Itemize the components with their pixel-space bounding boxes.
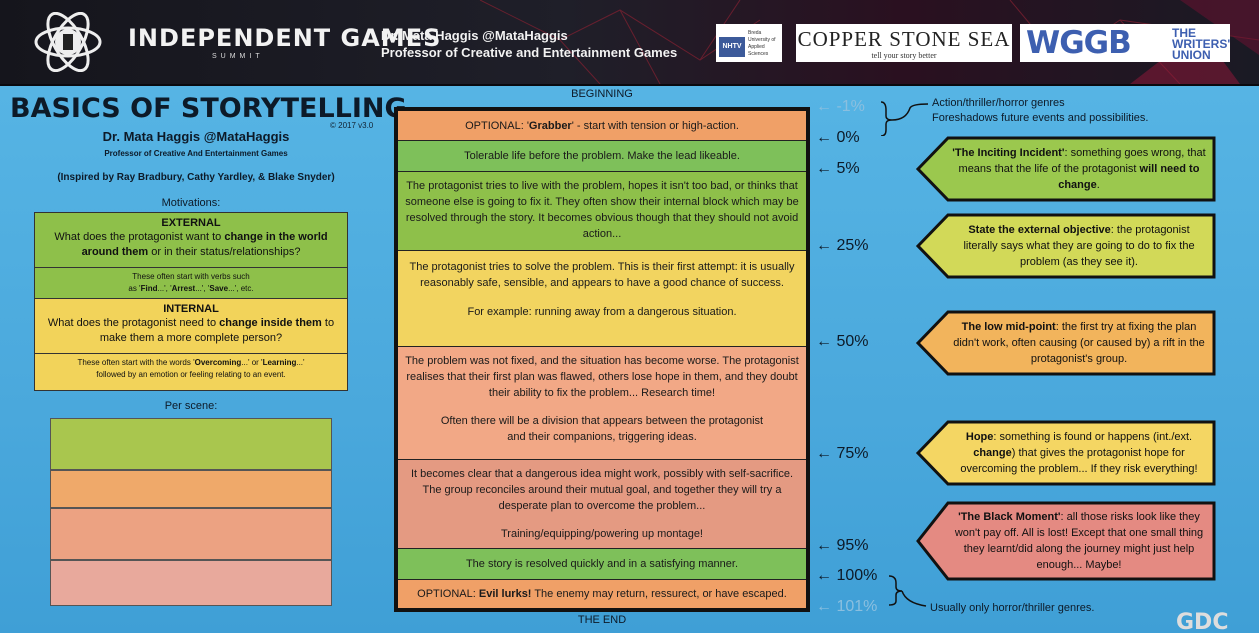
per-scene-block (50, 470, 332, 508)
callout-text: State the external objective: the protag… (963, 224, 1195, 268)
story-timeline: OPTIONAL: 'Grabber' - start with tension… (394, 107, 810, 612)
callout-text: The low mid-point: the first try at fixi… (953, 321, 1205, 365)
external-motivation-box: EXTERNAL What does the protagonist want … (34, 212, 348, 268)
external-note-box: These often start with verbs such as 'Fin… (34, 267, 348, 299)
row-evil-lurks: OPTIONAL: Evil lurks! The enemy may retu… (398, 580, 806, 608)
copper-title: COPPER STONE SEA (797, 27, 1011, 51)
callout-text: 'The Black Moment': all those risks look… (954, 511, 1204, 571)
external-heading: EXTERNAL (161, 217, 221, 229)
internal-question: What does the protagonist need to change… (47, 317, 335, 344)
marker-50: ← 50% (816, 333, 869, 350)
nhtv-badge: NHTV (719, 37, 745, 57)
callout-inciting-incident: 'The Inciting Incident': something goes … (916, 136, 1216, 202)
not-fixed-text: The problem was not fixed, and the situa… (405, 355, 799, 399)
row-tolerable-life: Tolerable life before the problem. Make … (398, 141, 806, 172)
marker-5: ← 5% (816, 160, 860, 177)
top-brace-icon (880, 101, 929, 136)
marker-100: ← 100% (816, 567, 878, 584)
internal-note-box: These often start with the words 'Overco… (34, 353, 348, 391)
nhtv-logo: NHTV Breda University of Applied Science… (716, 24, 782, 62)
event-banner: INDEPENDENT GAMES SUMMIT Dr. Mata Haggis… (0, 0, 1259, 84)
wggb-mark: WGGB (1026, 25, 1132, 61)
montage-text: Training/equipping/powering up montage! (500, 528, 703, 540)
callout-text: Hope: something is found or happens (int… (960, 431, 1198, 475)
internal-motivation-box: INTERNAL What does the protagonist need … (34, 298, 348, 354)
genres-top: Action/thriller/horror genres Foreshadows… (932, 97, 1149, 124)
marker-0: ← 0% (816, 129, 860, 146)
per-scene-block (50, 560, 332, 606)
motivations-label: Motivations: (161, 197, 221, 209)
storytelling-poster: BASICS OF STORYTELLING © 2017 v3.0 Dr. M… (0, 86, 1259, 633)
callout-hope: Hope: something is found or happens (int… (916, 420, 1216, 486)
beginning-label: BEGINNING (571, 88, 633, 100)
dangerous-idea-text: It becomes clear that a dangerous idea m… (410, 468, 794, 512)
division-text: Often there will be a division that appe… (440, 415, 764, 443)
external-note: These often start with verbs such as 'Fin… (128, 272, 254, 293)
poster-author-role: Professor of Creative And Entertainment … (104, 149, 288, 158)
row-first-attempt: The protagonist tries to solve the probl… (398, 251, 806, 347)
igs-logo-icon (34, 12, 102, 72)
external-question: What does the protagonist want to change… (54, 231, 328, 258)
row-grabber: OPTIONAL: 'Grabber' - start with tension… (398, 111, 806, 141)
wggb-logo: WGGB THE WRITERS' UNION (1020, 24, 1230, 62)
marker-101: ← 101% (816, 598, 878, 615)
callout-external-objective: State the external objective: the protag… (916, 213, 1216, 279)
row-lives-with-problem: The protagonist tries to live with the p… (398, 172, 806, 251)
poster-author: Dr. Mata Haggis @MataHaggis (102, 129, 290, 144)
marker-minus-1: ← -1% (816, 98, 865, 115)
first-attempt-example: For example: running away from a dangero… (467, 306, 737, 318)
gdc-watermark: GDC (1176, 610, 1229, 633)
marker-75: ← 75% (816, 445, 869, 462)
marker-25: ← 25% (816, 237, 869, 254)
internal-note: These often start with the words 'Overco… (77, 358, 305, 379)
copper-stone-sea-logo: COPPER STONE SEA tell your story better (796, 24, 1012, 62)
genres-bottom: Usually only horror/thriller genres. (930, 602, 1095, 614)
callout-text: 'The Inciting Incident': something goes … (952, 147, 1206, 191)
wggb-line-3: UNION (1172, 48, 1211, 62)
per-scene-block (50, 418, 332, 470)
per-scene-block (50, 508, 332, 560)
callout-low-mid-point: The low mid-point: the first try at fixi… (916, 310, 1216, 376)
per-scene-label: Per scene: (164, 400, 218, 412)
marker-95: ← 95% (816, 537, 869, 554)
row-resolved: The story is resolved quickly and in a s… (398, 549, 806, 580)
poster-title: BASICS OF STORYTELLING (10, 93, 407, 124)
copper-tagline: tell your story better (871, 51, 937, 60)
internal-heading: INTERNAL (163, 303, 219, 315)
row-dangerous-idea: It becomes clear that a dangerous idea m… (398, 460, 806, 549)
callout-black-moment: 'The Black Moment': all those risks look… (916, 501, 1216, 581)
speaker-name: Dr. Mata Haggis @MataHaggis (381, 28, 568, 43)
nhtv-text: Breda University of Applied Sciences (748, 30, 776, 57)
the-end-label: THE END (577, 614, 627, 626)
igs-subtitle: SUMMIT (212, 53, 264, 60)
speaker-role: Professor of Creative and Entertainment … (381, 45, 678, 60)
first-attempt-text: The protagonist tries to solve the probl… (409, 261, 795, 289)
row-not-fixed: The problem was not fixed, and the situa… (398, 347, 806, 460)
poster-inspired-by: (Inspired by Ray Bradbury, Cathy Yardley… (57, 172, 335, 183)
